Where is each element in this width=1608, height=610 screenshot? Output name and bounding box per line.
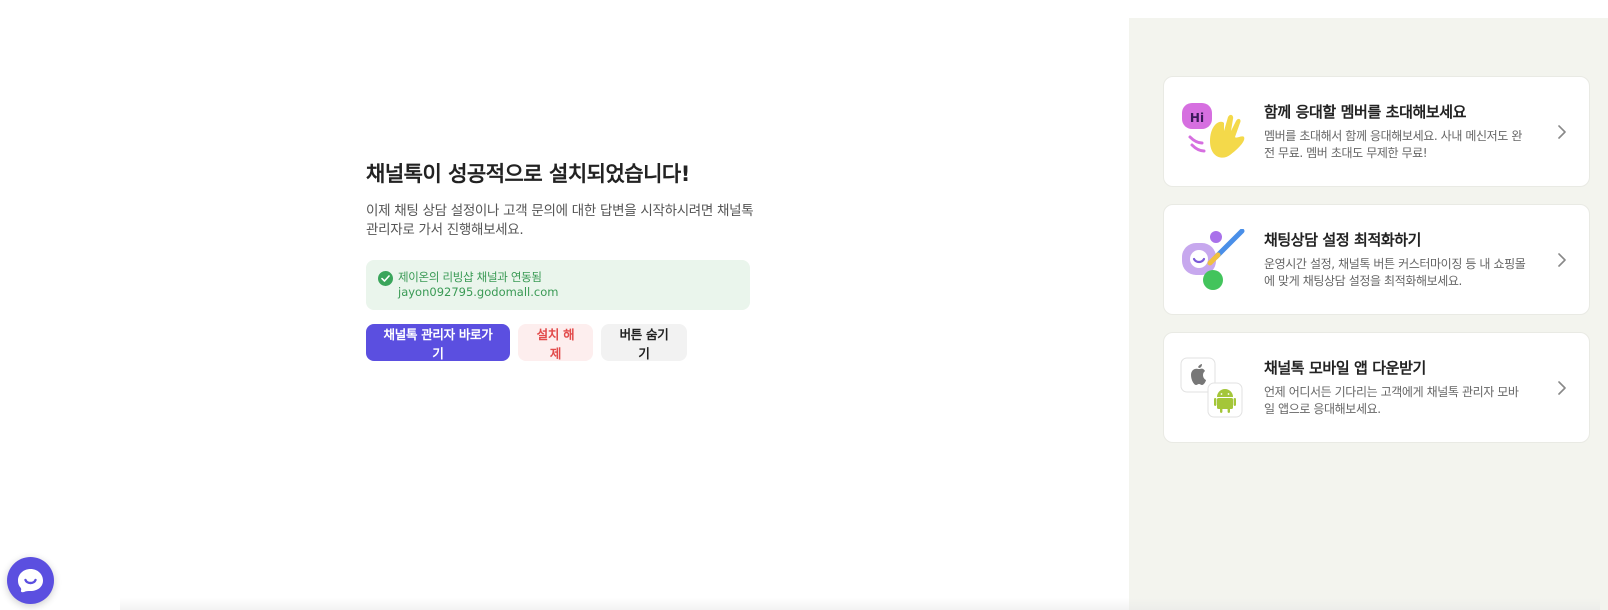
optimize-chat-settings-card[interactable]: 채팅상담 설정 최적화하기 운영시간 설정, 채널톡 버튼 커스터마이징 등 내… xyxy=(1163,204,1590,315)
uninstall-button[interactable]: 설치 해제 xyxy=(518,324,593,361)
check-circle-icon xyxy=(378,271,393,286)
card-title: 함께 응대할 멤버를 초대해보세요 xyxy=(1264,103,1467,121)
svg-text:Hi: Hi xyxy=(1190,111,1204,125)
invite-members-card[interactable]: Hi 함께 응대할 멤버를 초대해보세요 멤버를 초대해서 함께 응대해보세요.… xyxy=(1163,76,1590,187)
download-mobile-app-card[interactable]: 채널톡 모바일 앱 다운받기 언제 어디서든 기다리는 고객에게 채널톡 관리자… xyxy=(1163,332,1590,443)
waving-hand-icon: Hi xyxy=(1180,101,1246,163)
side-panel: Hi 함께 응대할 멤버를 초대해보세요 멤버를 초대해서 함께 응대해보세요.… xyxy=(1129,18,1608,610)
linked-channel-label: 제이온의 리빙샵 채널과 연동됨 xyxy=(398,270,542,284)
card-title: 채널톡 모바일 앱 다운받기 xyxy=(1264,359,1426,377)
page: 채널톡이 성공적으로 설치되었습니다! 이제 채팅 상담 설정이나 고객 문의에… xyxy=(0,0,1608,610)
action-buttons: 채널톡 관리자 바로가기 설치 해제 버튼 숨기기 xyxy=(366,324,766,361)
page-title: 채널톡이 성공적으로 설치되었습니다! xyxy=(366,162,690,186)
page-description: 이제 채팅 상담 설정이나 고객 문의에 대한 답변을 시작하시려면 채널톡 관… xyxy=(366,203,754,238)
hide-button-button[interactable]: 버튼 숨기기 xyxy=(601,324,687,361)
mobile-app-icons xyxy=(1180,357,1246,419)
chat-bubble-icon xyxy=(18,569,43,593)
chevron-right-icon xyxy=(1558,253,1566,267)
card-description: 언제 어디서든 기다리는 고객에게 채널톡 관리자 모바일 앱으로 응대해보세요… xyxy=(1264,385,1519,416)
go-to-admin-button[interactable]: 채널톡 관리자 바로가기 xyxy=(366,324,510,361)
chevron-right-icon xyxy=(1558,125,1566,139)
install-success-section: 채널톡이 성공적으로 설치되었습니다! 이제 채팅 상담 설정이나 고객 문의에… xyxy=(366,158,766,361)
card-title: 채팅상담 설정 최적화하기 xyxy=(1264,231,1422,249)
bottom-edge-shadow xyxy=(120,598,1600,610)
chevron-right-icon xyxy=(1558,381,1566,395)
card-description: 운영시간 설정, 채널톡 버튼 커스터마이징 등 내 쇼핑몰에 맞게 채팅상담 … xyxy=(1264,257,1526,288)
linked-domain: jayon092795.godomall.com xyxy=(398,285,559,299)
linked-channel-notice: 제이온의 리빙샵 채널과 연동됨 jayon092795.godomall.co… xyxy=(366,260,750,310)
card-description: 멤버를 초대해서 함께 응대해보세요. 사내 메신저도 완전 무료. 멤버 초대… xyxy=(1264,129,1522,160)
chat-launcher-button[interactable] xyxy=(7,557,54,604)
chat-customize-icon xyxy=(1180,228,1246,291)
